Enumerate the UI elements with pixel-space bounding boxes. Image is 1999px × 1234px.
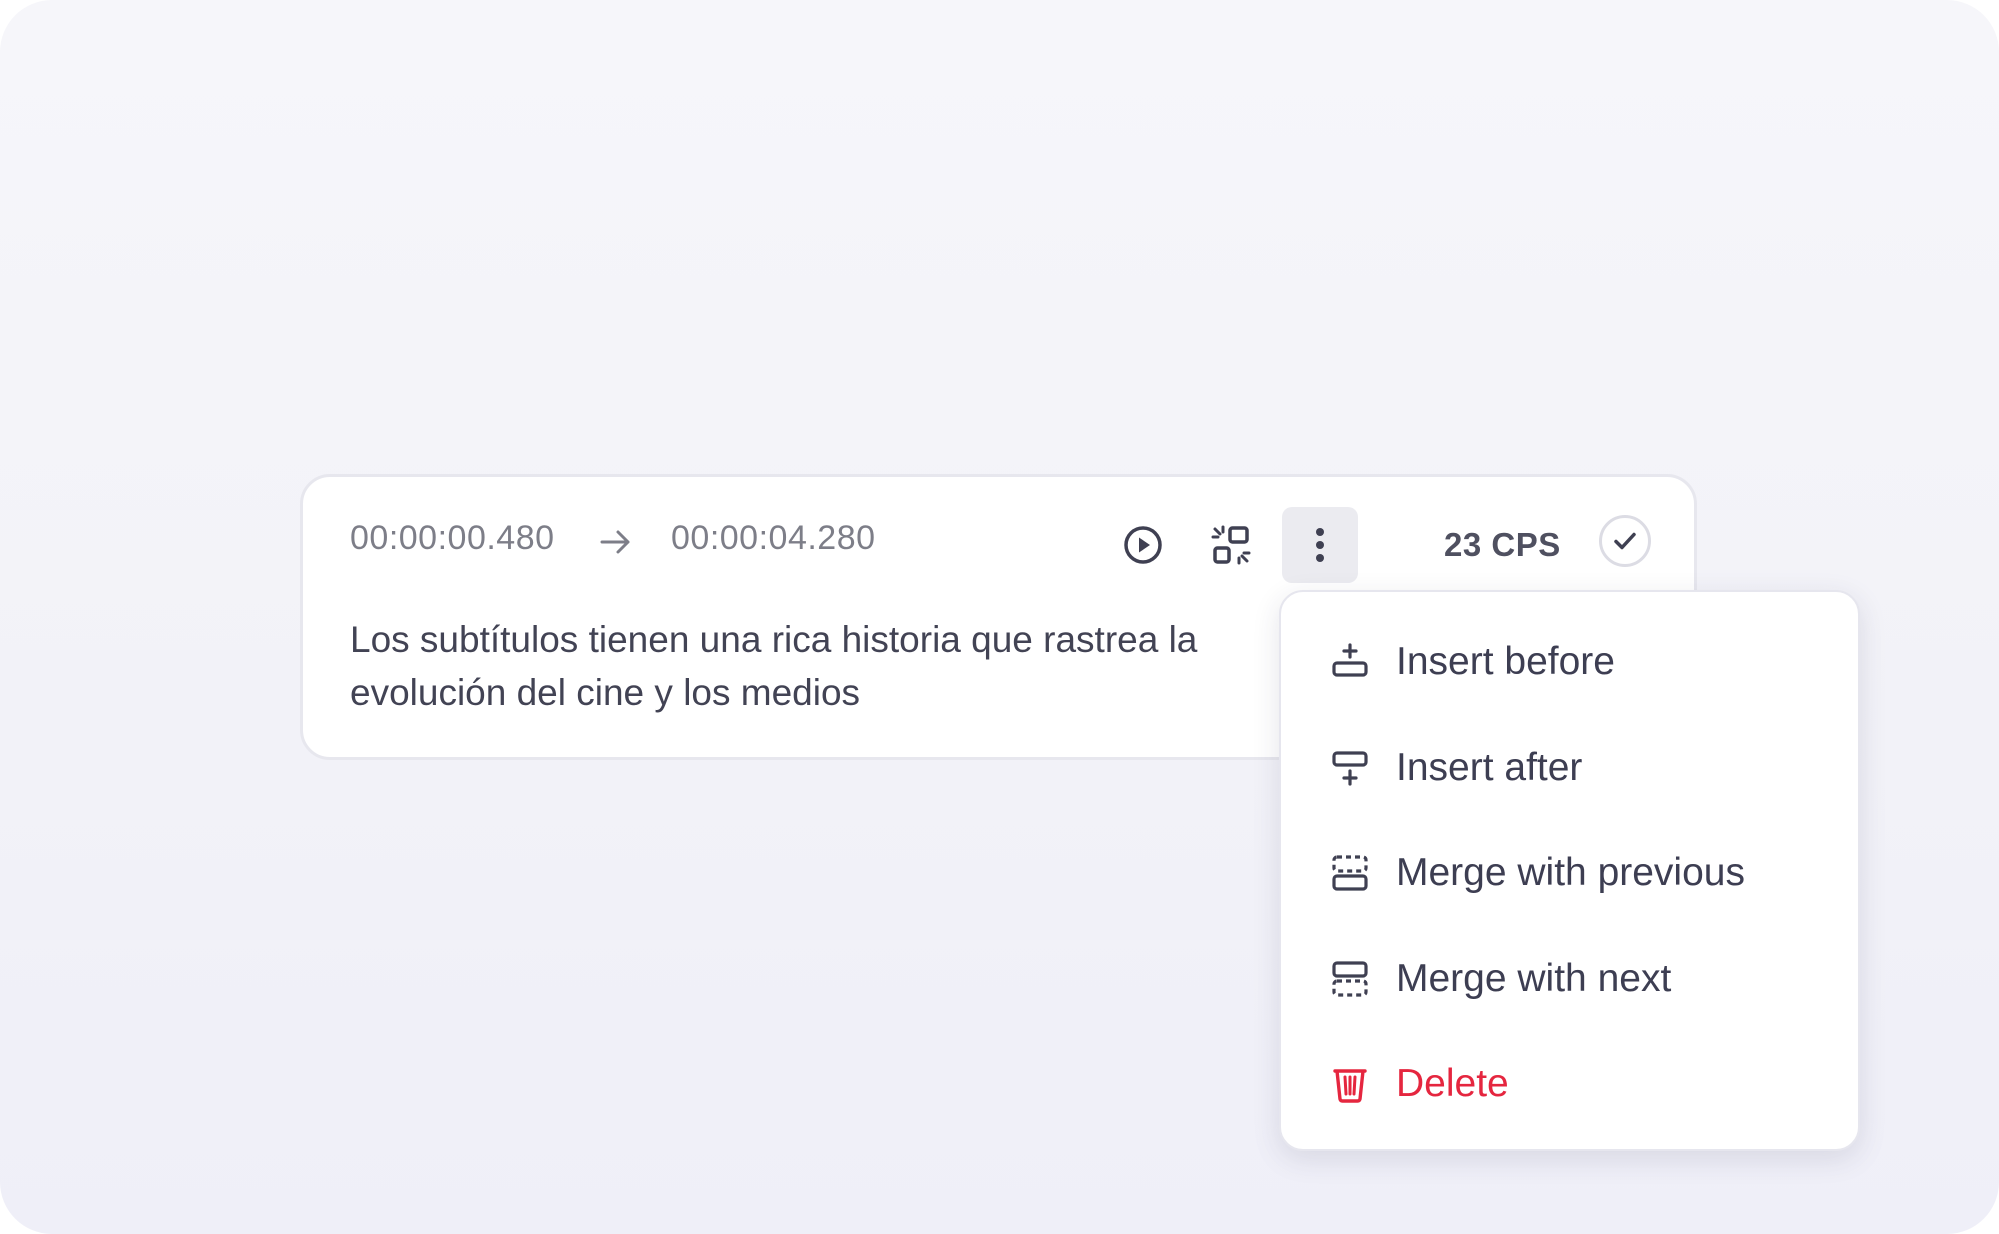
more-vertical-icon: [1316, 528, 1324, 562]
menu-item-insert-before[interactable]: Insert before: [1281, 621, 1858, 703]
menu-item-insert-after[interactable]: Insert after: [1281, 727, 1858, 809]
menu-item-label: Delete: [1396, 1062, 1509, 1105]
menu-item-label: Insert before: [1396, 640, 1615, 683]
menu-item-label: Merge with previous: [1396, 851, 1745, 894]
subtitle-text[interactable]: Los subtítulos tienen una rica historia …: [350, 613, 1360, 719]
play-icon: [1124, 526, 1162, 564]
play-button[interactable]: [1105, 507, 1181, 583]
trash-icon: [1333, 1069, 1367, 1103]
menu-item-label: Merge with next: [1396, 957, 1672, 1000]
merge-previous-icon: [1332, 855, 1368, 891]
menu-item-merge-with-next[interactable]: Merge with next: [1281, 938, 1858, 1020]
insert-after-icon: [1332, 751, 1368, 786]
split-button[interactable]: [1193, 507, 1269, 583]
app-background: 00:00:00.480 00:00:04.280 23 CPS Los sub…: [0, 0, 1999, 1234]
merge-next-icon: [1332, 961, 1368, 997]
arrow-right-icon: [600, 530, 630, 554]
menu-item-delete[interactable]: Delete: [1281, 1043, 1858, 1125]
end-time[interactable]: 00:00:04.280: [671, 521, 876, 555]
cps-badge: 23 CPS: [1444, 526, 1561, 563]
split-icon: [1211, 525, 1251, 565]
menu-item-merge-with-previous[interactable]: Merge with previous: [1281, 832, 1858, 914]
insert-before-icon: [1332, 643, 1368, 677]
start-time[interactable]: 00:00:00.480: [350, 521, 555, 555]
confirm-button[interactable]: [1599, 515, 1651, 567]
segment-context-menu: Insert before Insert after Merge with pr…: [1279, 590, 1860, 1151]
more-options-button[interactable]: [1282, 507, 1358, 583]
menu-item-label: Insert after: [1396, 746, 1583, 789]
check-icon: [1614, 532, 1636, 550]
